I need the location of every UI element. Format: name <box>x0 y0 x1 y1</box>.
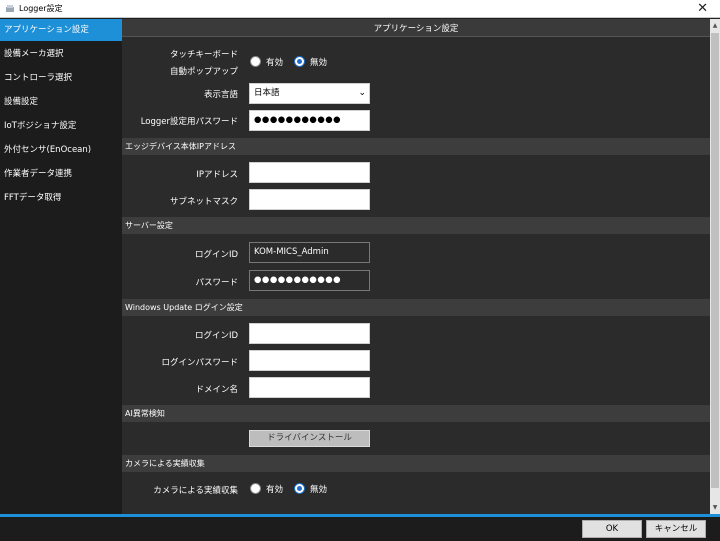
vertical-scrollbar[interactable]: ▲ ▼ <box>710 19 720 515</box>
logger-password-field[interactable]: ●●●●●●●●●●● <box>249 110 370 131</box>
wu-login-id-field[interactable] <box>249 323 370 344</box>
ip-address-field[interactable] <box>249 162 370 183</box>
server-password-label: パスワード <box>195 278 238 288</box>
touch-keyboard-label-2: 自動ポップアップ <box>169 67 238 77</box>
ip-address-label: IPアドレス <box>196 170 238 180</box>
wu-login-id-label: ログインID <box>194 331 238 341</box>
app-icon <box>6 5 14 12</box>
server-login-id-field[interactable]: KOM-MICS_Admin <box>249 242 370 263</box>
section-windows-update: Windows Update ログイン設定 <box>122 299 710 316</box>
sidebar-item-fft-data[interactable]: FFTデータ取得 <box>0 187 122 209</box>
wu-password-label: ログインパスワード <box>161 358 238 368</box>
subnet-mask-label: サブネットマスク <box>169 197 238 207</box>
radio-circle <box>250 483 261 494</box>
touch-keyboard-enable-radio[interactable]: 有効 <box>250 55 286 69</box>
page-title: アプリケーション設定 <box>373 24 459 34</box>
sidebar-item-iot-positioner[interactable]: IoTボジショナ設定 <box>0 115 122 137</box>
close-icon[interactable]: ✕ <box>697 0 708 18</box>
wu-password-field[interactable] <box>249 350 370 371</box>
ok-button[interactable]: OK <box>582 520 642 538</box>
section-server: サーバー設定 <box>122 217 710 234</box>
scroll-down-icon[interactable]: ▼ <box>711 504 719 511</box>
sidebar-item-controller[interactable]: コントローラ選択 <box>0 67 122 89</box>
settings-panel: アプリケーション設定 タッチキーボード 自動ポップアップ 有効 無効 表示言語 … <box>122 19 710 515</box>
wu-domain-label: ドメイン名 <box>195 385 238 395</box>
sidebar-item-equipment-maker[interactable]: 設備メーカ選択 <box>0 43 122 65</box>
scroll-up-icon[interactable]: ▲ <box>711 22 719 29</box>
language-select[interactable]: 日本語 ⌄ <box>249 83 370 104</box>
server-login-id-label: ログインID <box>194 250 238 260</box>
logger-password-label: Logger設定用パスワード <box>140 117 238 127</box>
window-title: Logger設定 <box>19 4 63 13</box>
radio-circle-selected <box>294 483 305 494</box>
sidebar-item-equipment-settings[interactable]: 設備設定 <box>0 91 122 113</box>
touch-keyboard-label-1: タッチキーボード <box>169 50 238 60</box>
camera-disable-radio[interactable]: 無効 <box>294 482 330 496</box>
scrollbar-thumb[interactable] <box>711 33 719 488</box>
server-password-field[interactable]: ●●●●●●●●●●● <box>249 270 370 291</box>
subnet-mask-field[interactable] <box>249 189 370 210</box>
language-label: 表示言語 <box>203 90 238 100</box>
footer-bar: OK キャンセル <box>0 517 720 541</box>
driver-install-button[interactable]: ドライバインストール <box>249 430 370 447</box>
wu-domain-field[interactable] <box>249 377 370 398</box>
sidebar-item-external-sensor[interactable]: 外付センサ(EnOcean) <box>0 139 122 161</box>
touch-keyboard-disable-radio[interactable]: 無効 <box>294 55 330 69</box>
section-ai: AI異常検知 <box>122 405 710 422</box>
panel-header: アプリケーション設定 <box>122 19 710 37</box>
radio-circle-selected <box>294 56 305 67</box>
section-edge-ip: エッジデバイス本体IPアドレス <box>122 138 710 155</box>
camera-enable-radio[interactable]: 有効 <box>250 482 286 496</box>
radio-circle <box>250 56 261 67</box>
section-camera: カメラによる実績収集 <box>122 455 710 472</box>
cancel-button[interactable]: キャンセル <box>646 520 706 538</box>
sidebar-item-app-settings[interactable]: アプリケーション設定 <box>0 19 122 41</box>
camera-label: カメラによる実績収集 <box>153 486 238 496</box>
title-bar: Logger設定 ✕ <box>0 0 720 18</box>
sidebar-item-worker-data[interactable]: 作業者データ連携 <box>0 163 122 185</box>
sidebar: アプリケーション設定 設備メーカ選択 コントローラ選択 設備設定 IoTボジショ… <box>0 19 122 515</box>
chevron-down-icon: ⌄ <box>358 88 366 98</box>
